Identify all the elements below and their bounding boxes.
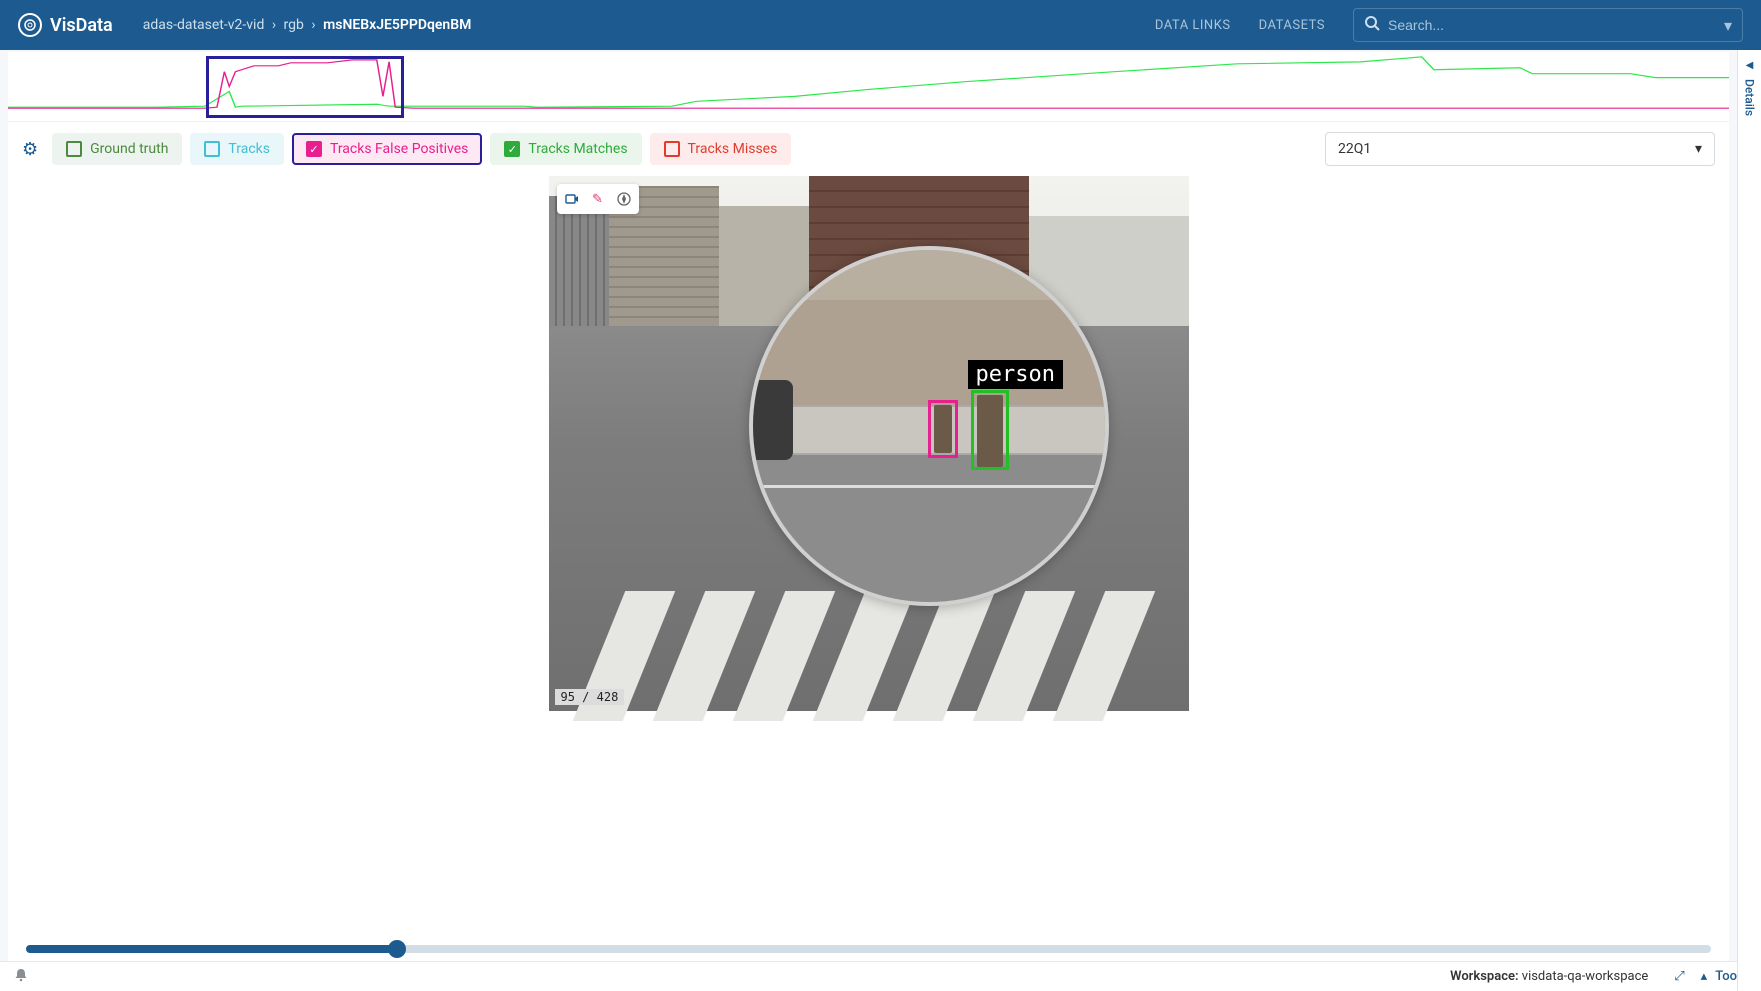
magnifier-lens: person [749,246,1109,606]
timeline-chart[interactable] [8,52,1729,122]
breadcrumb: adas-dataset-v2-vid › rgb › msNEBxJE5PPD… [143,17,472,33]
expand-icon[interactable]: ⤢ [1674,969,1684,984]
filter-tracks-misses[interactable]: Tracks Misses [650,133,792,165]
details-rail-label[interactable]: Details [1743,79,1757,116]
workspace-indicator: Workspace: visdata-qa-workspace [1450,969,1648,984]
logo-icon [18,13,42,37]
checkbox-icon [664,141,680,157]
collapse-arrow-icon[interactable]: ◀ [1746,60,1754,71]
app-name: VisData [50,15,113,36]
scrubber-row [8,933,1729,961]
checkbox-checked-icon: ✓ [504,141,520,157]
compass-icon[interactable] [613,188,635,210]
chevron-up-icon[interactable]: ▴ [1701,969,1708,984]
app-header: VisData adas-dataset-v2-vid › rgb › msNE… [0,0,1761,50]
bbox-false-positive[interactable] [928,400,958,458]
filter-tracks-matches[interactable]: ✓ Tracks Matches [490,133,641,165]
breadcrumb-item[interactable]: rgb [284,17,304,33]
filters-row: ⚙ Ground truth Tracks ✓ Tracks False Pos… [8,122,1729,176]
video-scrubber[interactable] [26,945,1711,953]
camera-icon[interactable] [561,188,583,210]
scrubber-thumb[interactable] [388,940,406,958]
search-box[interactable]: ▾ [1353,8,1743,42]
nav-datasets[interactable]: DATASETS [1259,18,1325,33]
scrubber-fill [26,945,397,953]
timeline-selection[interactable] [206,56,404,118]
breadcrumb-current: msNEBxJE5PPDqenBM [323,17,471,33]
search-icon [1364,15,1380,35]
bbox-match[interactable] [971,390,1009,470]
gear-icon[interactable]: ⚙ [22,139,38,160]
version-select[interactable]: 22Q1 ▾ [1325,132,1715,166]
canvas-area: ✎ person 95 / 428 [8,176,1729,933]
checkbox-icon [204,141,220,157]
search-input[interactable] [1388,17,1724,33]
video-frame[interactable]: ✎ person 95 / 428 [549,176,1189,711]
breadcrumb-item[interactable]: adas-dataset-v2-vid [143,17,265,33]
annotation-label: person [968,360,1063,389]
bell-icon[interactable] [14,968,28,986]
checkbox-checked-icon: ✓ [306,141,322,157]
checkbox-icon [66,141,82,157]
filter-tracks[interactable]: Tracks [190,133,284,165]
status-bar: Workspace: visdata-qa-workspace ⤢ ▴ Tool… [0,961,1761,991]
frame-toolbox: ✎ [557,184,639,214]
pencil-icon[interactable]: ✎ [587,188,609,210]
details-rail: ◀ Details [1737,50,1761,991]
filter-ground-truth[interactable]: Ground truth [52,133,182,165]
version-select-value: 22Q1 [1338,141,1371,157]
nav-data-links[interactable]: DATA LINKS [1155,18,1231,33]
frame-counter: 95 / 428 [555,689,625,705]
chevron-down-icon: ▾ [1695,141,1702,157]
chevron-down-icon[interactable]: ▾ [1724,16,1732,35]
app-logo: VisData [18,13,113,37]
filter-tracks-false-positives[interactable]: ✓ Tracks False Positives [292,133,482,165]
